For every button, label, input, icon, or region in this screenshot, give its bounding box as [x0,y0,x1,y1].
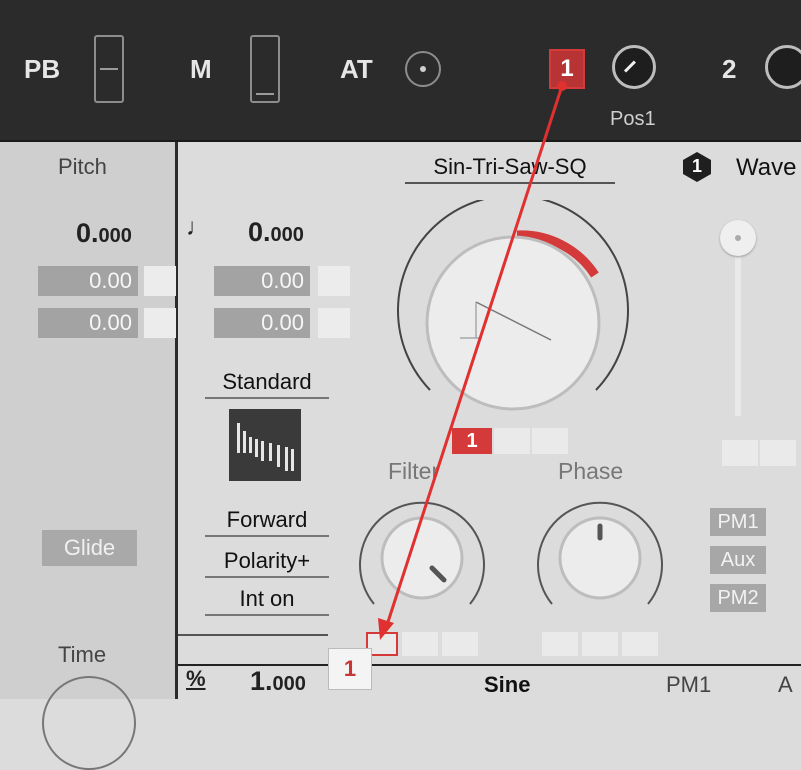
osc-value-sub: 000 [270,224,304,246]
waveform-thumbnail-icon[interactable] [229,409,301,481]
mod-tag-pm1[interactable]: PM1 [710,508,766,536]
osc-mod-1[interactable]: 0.00 [214,266,310,296]
at-label: AT [340,54,373,84]
bottom-wave-name[interactable]: Sine [484,672,530,698]
m-label: M [190,54,212,84]
pitch-label: Pitch [58,154,107,179]
mod-tag-pm2[interactable]: PM2 [710,584,766,612]
wave-name-selector[interactable]: Sin-Tri-Saw-SQ [405,152,615,184]
bottom-cut-label: A [778,672,793,697]
pitch-value-main: 0. [76,218,99,248]
bottom-value-sub: 000 [272,673,306,695]
pitch-value-sub: 000 [98,225,132,247]
macro2-number: 2 [722,54,737,84]
wave-slider-handle[interactable] [720,220,756,256]
phase-mod-slot-3[interactable] [622,632,658,656]
aftertouch-button[interactable] [405,51,441,87]
phase-label: Phase [558,458,624,484]
direction-selector[interactable]: Forward [205,505,329,537]
wave-position-knob[interactable] [390,194,636,446]
percent-icon: % [186,666,206,691]
time-label: Time [58,642,107,667]
pb-label: PB [24,54,61,84]
pitch-mod-1-slot[interactable] [144,266,176,296]
mode-selector[interactable]: Standard [205,367,329,399]
phase-mod-slot-2[interactable] [582,632,618,656]
pitch-bend-wheel[interactable] [94,35,124,103]
filter-mod-slot-2[interactable] [402,632,438,656]
note-icon: ♩ [186,214,210,241]
pitch-mod-2-slot[interactable] [144,308,176,338]
pitch-panel: Pitch 0.000 0.00 0.00 Glide Time [0,142,178,770]
wave-mod-slot-2[interactable] [494,428,530,454]
bottom-mod-badge[interactable]: 1 [328,648,372,690]
macro1-badge[interactable]: 1 [549,49,585,89]
time-knob[interactable] [42,676,136,770]
slider-mod-slot-1[interactable] [722,440,758,466]
osc-value[interactable]: 0.000 [248,217,304,248]
bottom-tab-edge [178,634,328,636]
pitch-value[interactable]: 0.000 [76,218,132,249]
macro1-knob[interactable] [612,45,656,89]
wave-header: Wave [736,154,797,181]
wave-mod-slot-3[interactable] [532,428,568,454]
bottom-value-main: 1. [250,666,273,696]
wave-mod-badge[interactable]: 1 [452,428,492,454]
interpolation-selector[interactable]: Int on [205,584,329,616]
wave-vertical-slider[interactable] [735,236,741,416]
macro1-caption: Pos1 [610,108,656,130]
osc-mod-1-slot[interactable] [318,266,350,296]
polarity-selector[interactable]: Polarity+ [205,546,329,578]
macro2-knob[interactable] [765,45,801,89]
filter-mod-slot-3[interactable] [442,632,478,656]
mod-tag-aux[interactable]: Aux [710,546,766,574]
phase-mod-slot-1[interactable] [542,632,578,656]
bottom-value[interactable]: 1.000 [250,666,306,697]
pitch-mod-2[interactable]: 0.00 [38,308,138,338]
filter-knob[interactable] [352,488,492,616]
pitch-mod-1[interactable]: 0.00 [38,266,138,296]
glide-button[interactable]: Glide [42,530,137,566]
filter-label: Filter [388,458,440,484]
bottom-pm-label: PM1 [666,672,712,697]
slider-mod-slot-2[interactable] [760,440,796,466]
phase-knob[interactable] [530,488,670,616]
osc-mod-2-slot[interactable] [318,308,350,338]
mod-wheel[interactable] [250,35,280,103]
osc-value-main: 0. [248,217,271,247]
top-bar: PB M AT 1 Pos1 2 [0,0,801,142]
wave-index-badge: 1 [680,150,714,184]
osc-mod-2[interactable]: 0.00 [214,308,310,338]
